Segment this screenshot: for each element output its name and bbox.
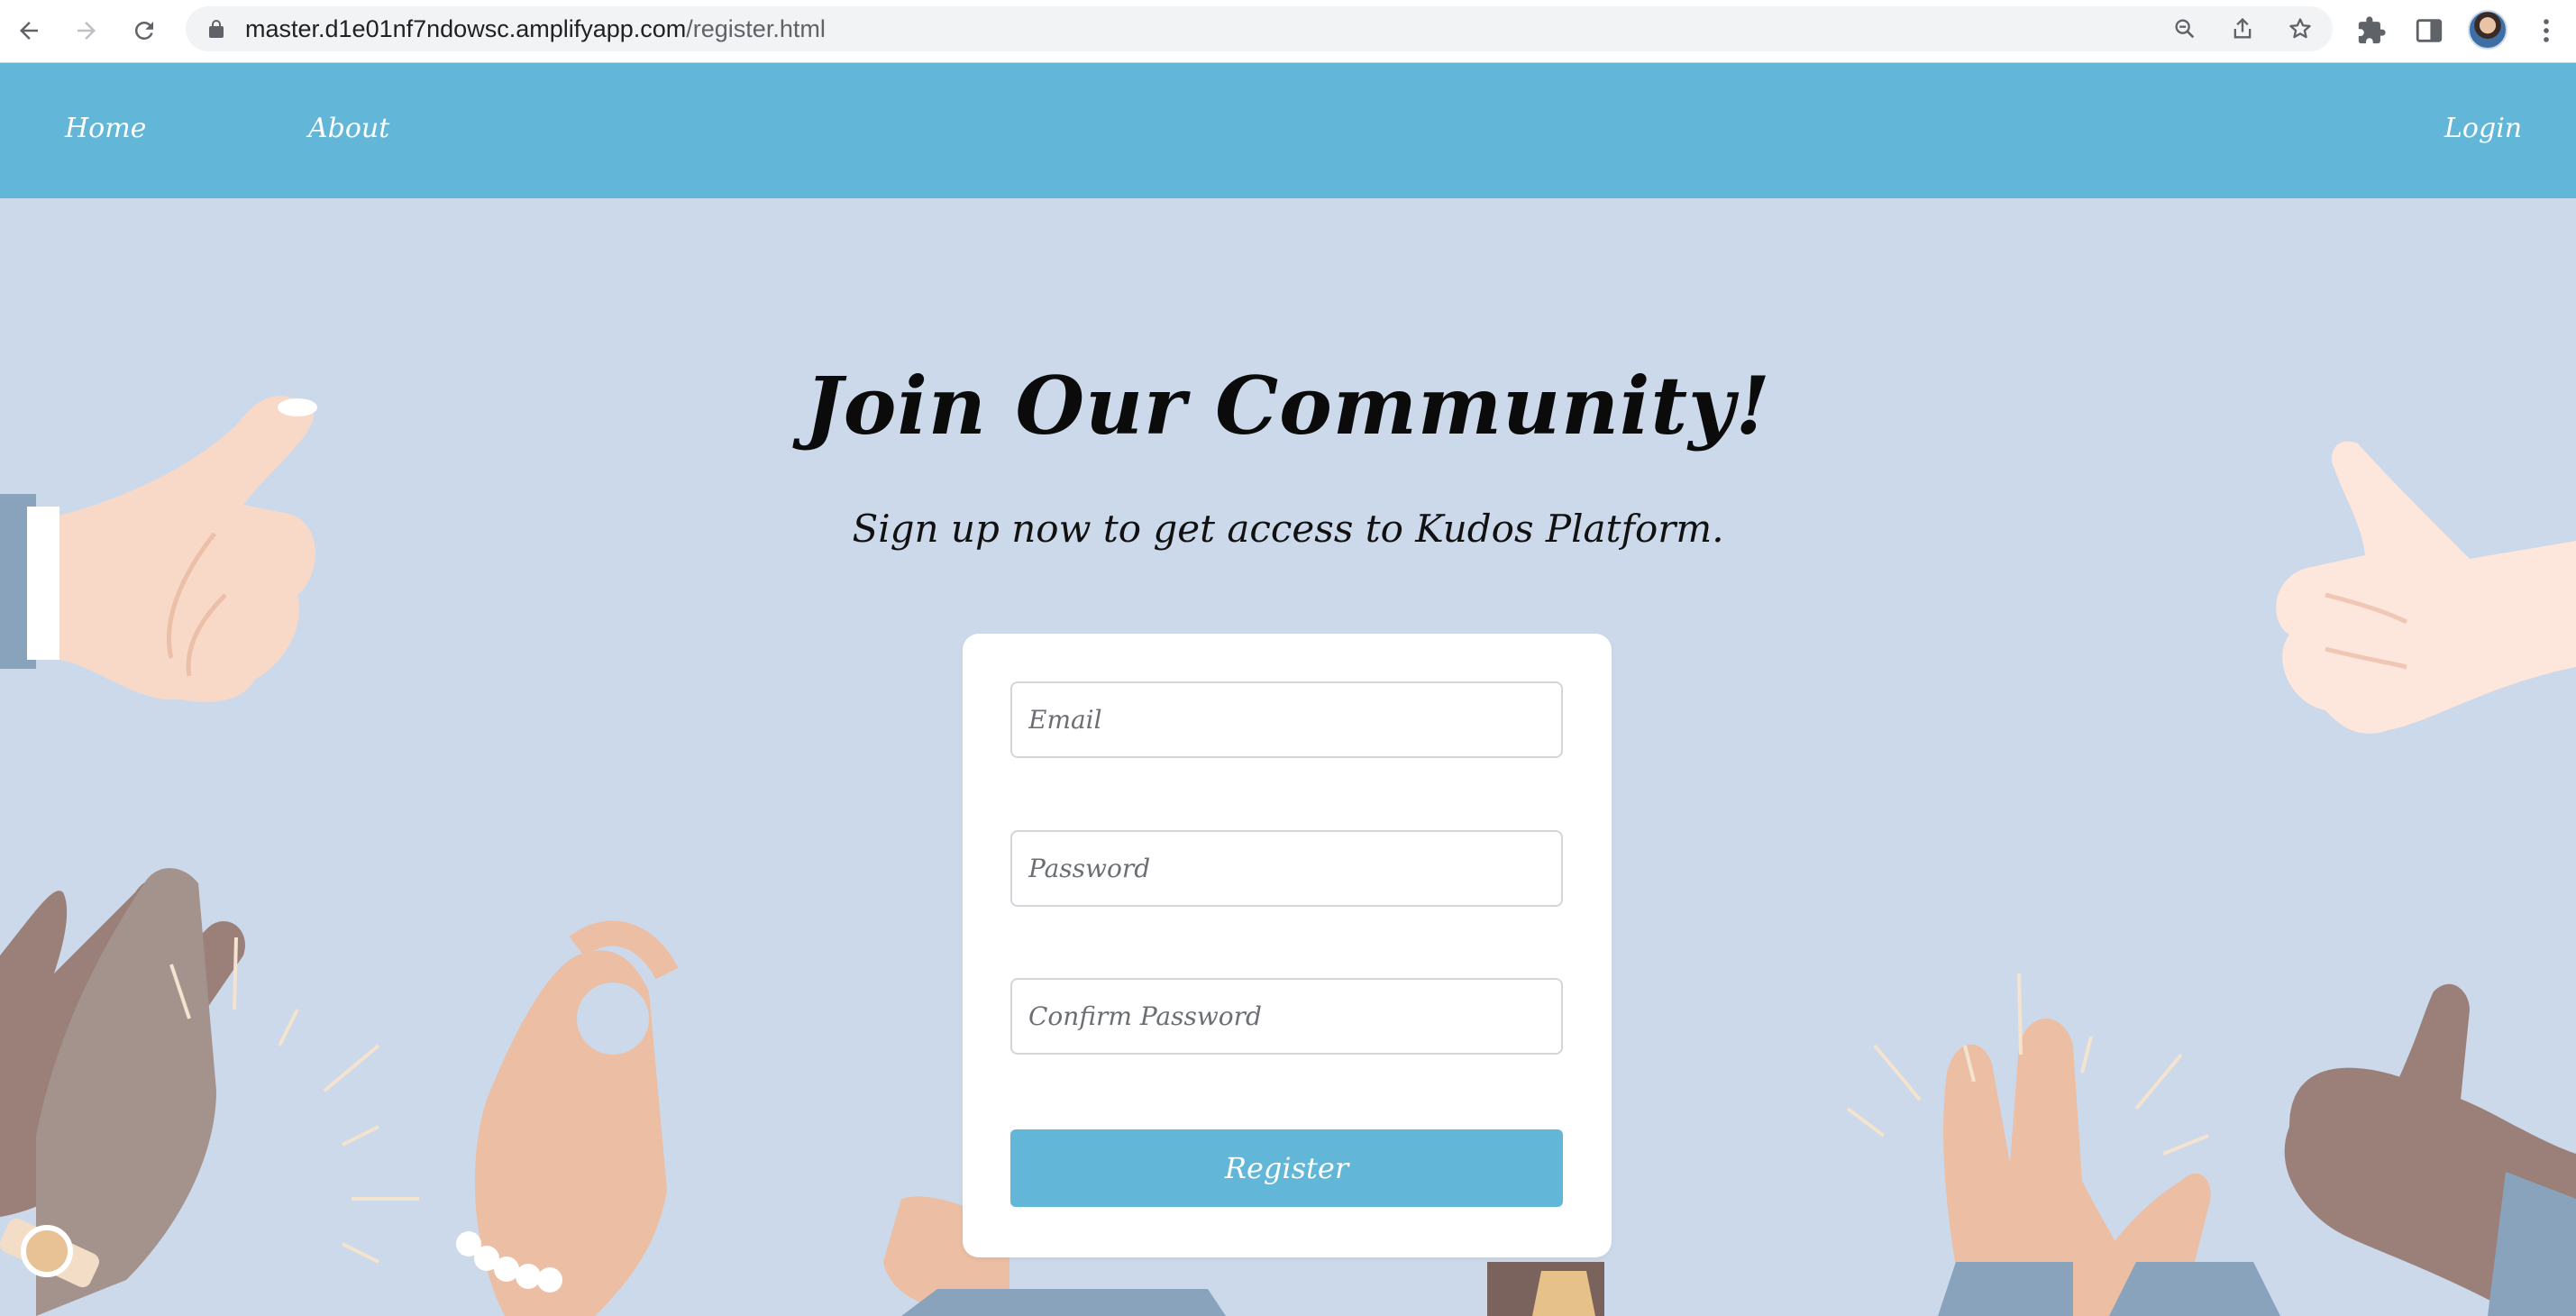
confirm-password-field[interactable] [1010, 978, 1563, 1055]
more-icon[interactable] [2531, 15, 2562, 46]
url-text[interactable]: master.d1e01nf7ndowsc.amplifyapp.com/reg… [245, 6, 826, 51]
register-form: Register [963, 634, 1612, 1257]
share-icon[interactable] [2230, 16, 2255, 41]
hero-section: Join Our Community! Sign up now to get a… [0, 198, 2576, 1316]
site-navbar: Home About Login [0, 63, 2576, 198]
star-icon[interactable] [2288, 16, 2313, 41]
page-title: Join Our Community! [805, 359, 1771, 452]
browser-toolbar: master.d1e01nf7ndowsc.amplifyapp.com/reg… [0, 0, 2576, 63]
nav-login-link[interactable]: Login [2444, 63, 2522, 198]
thumbs-up-hand-right [2276, 441, 2576, 734]
password-field[interactable] [1010, 830, 1563, 907]
address-bar[interactable]: master.d1e01nf7ndowsc.amplifyapp.com/reg… [186, 6, 2333, 51]
lock-icon[interactable] [206, 18, 227, 40]
clapping-hands-left [0, 868, 419, 1316]
reload-icon[interactable] [126, 13, 162, 49]
avatar[interactable] [2468, 10, 2507, 50]
register-button[interactable]: Register [1010, 1129, 1563, 1207]
side-panel-icon[interactable] [2414, 15, 2444, 46]
zoom-icon[interactable] [2172, 16, 2197, 41]
email-field[interactable] [1010, 681, 1563, 758]
clapping-hands-right [1846, 973, 2280, 1316]
forward-icon[interactable] [69, 13, 105, 49]
nav-about-link[interactable]: About [308, 63, 389, 198]
page-subtitle: Sign up now to get access to Kudos Platf… [852, 507, 1724, 551]
ok-hand [456, 920, 679, 1316]
url-path: /register.html [686, 15, 826, 42]
thumbs-up-hand-dark [2284, 983, 2576, 1316]
nav-home-link[interactable]: Home [65, 63, 146, 198]
url-host: master.d1e01nf7ndowsc.amplifyapp.com [245, 15, 687, 42]
extensions-icon[interactable] [2356, 15, 2387, 46]
back-icon[interactable] [11, 13, 47, 49]
